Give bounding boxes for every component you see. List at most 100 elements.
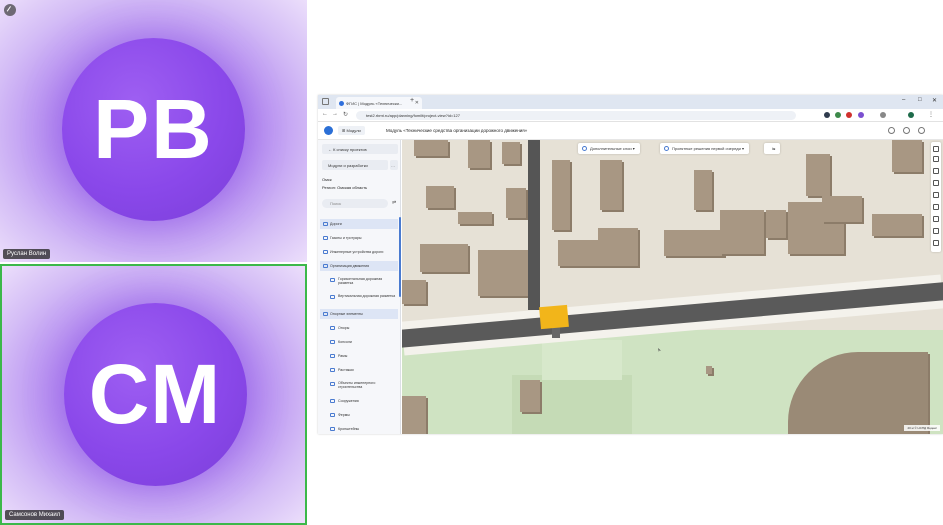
screen-share-background — [318, 0, 943, 95]
layer-icon — [330, 413, 335, 417]
park-area — [542, 340, 622, 380]
sidebar-layer-item[interactable]: Газоны и тротуары — [320, 233, 398, 243]
download-icon[interactable] — [880, 112, 886, 118]
zoom-in-icon[interactable] — [933, 216, 939, 222]
eye-icon[interactable] — [933, 146, 939, 152]
extension-icon[interactable] — [846, 112, 852, 118]
sidebar-layer-item[interactable]: Организация движения — [320, 261, 398, 271]
building — [664, 230, 724, 256]
app-logo-icon[interactable] — [324, 126, 333, 135]
settings-button[interactable]: ⇋ — [764, 143, 781, 154]
extension-icon[interactable] — [824, 112, 830, 118]
extension-icon[interactable] — [835, 112, 841, 118]
building — [420, 244, 468, 272]
sidebar-layer-item[interactable]: Дороги — [320, 219, 398, 229]
building — [520, 380, 540, 412]
sidebar: ← К списку проектов Модули и разработки … — [318, 140, 401, 434]
sidebar-layer-item[interactable]: Консоли — [324, 337, 398, 347]
sidebar-layer-item[interactable]: Вертикальная дорожная разметка — [324, 292, 398, 308]
back-to-projects-button[interactable]: ← К списку проектов — [322, 144, 398, 154]
ruler-icon[interactable] — [933, 192, 939, 198]
tab-title: ФГИС | Модуль «Технически... — [346, 101, 403, 106]
sidebar-item-label: Горизонтальная дорожная разметка — [338, 277, 383, 286]
building — [402, 396, 426, 434]
region-value: Омская область — [337, 185, 368, 190]
building — [502, 142, 520, 164]
modules-dev-button[interactable]: Модули и разработки — [322, 160, 388, 170]
project-solutions-dropdown[interactable]: Проектные решения первой очереди ▾ — [660, 143, 749, 154]
user-icon[interactable] — [918, 127, 925, 134]
sidebar-layer-item[interactable]: Опорные элементы — [320, 309, 398, 319]
sidebar-layer-item[interactable]: Опоры — [324, 323, 398, 333]
shared-browser-window[interactable]: ФГИС | Модуль «Технически... ✕ + – □ ✕ ←… — [318, 95, 943, 434]
extension-icon[interactable] — [858, 112, 864, 118]
building — [892, 140, 922, 172]
new-tab-button[interactable]: + — [410, 97, 414, 104]
minimize-icon[interactable]: – — [902, 97, 905, 103]
profile-icon[interactable] — [908, 112, 914, 118]
2d-icon[interactable] — [933, 156, 939, 162]
url-input[interactable]: test2.rbmt.ru/app/planning/fomilt/projec… — [356, 111, 796, 120]
intersection-highlight[interactable] — [539, 304, 569, 330]
sidebar-layer-item[interactable]: Фермы — [324, 410, 398, 420]
layer-icon — [323, 312, 328, 316]
compass-icon[interactable] — [933, 168, 939, 174]
participant-name: Самсонов Михаил — [5, 510, 65, 520]
info-icon[interactable] — [933, 204, 939, 210]
layer-icon — [330, 278, 335, 282]
sidebar-layer-item[interactable]: Инженерные устройства дороги — [320, 247, 398, 257]
building — [822, 196, 862, 222]
cross-road — [528, 140, 540, 310]
menu-icon[interactable]: ⋮ — [928, 111, 934, 118]
building — [506, 188, 526, 218]
sidebar-layer-item[interactable]: Рамы — [324, 351, 398, 361]
zoom-out-icon[interactable] — [933, 228, 939, 234]
region-row: Регион: Омская область — [322, 185, 367, 190]
close-icon[interactable]: ✕ — [415, 100, 419, 106]
back-icon[interactable]: ← — [322, 111, 328, 117]
sidebar-layer-item[interactable]: Растяжки — [324, 365, 398, 375]
building — [872, 214, 922, 236]
map-toolbar — [931, 142, 941, 252]
participant-tile-2[interactable]: СМ Самсонов Михаил — [0, 264, 307, 525]
layers-icon[interactable] — [933, 180, 939, 186]
region-label: Регион: — [322, 185, 336, 190]
layer-icon — [330, 399, 335, 403]
tab-list-icon[interactable] — [322, 98, 329, 105]
reload-icon[interactable]: ↻ — [343, 111, 348, 118]
sidebar-item-label: Сооружения — [338, 399, 359, 403]
pin-icon[interactable] — [4, 4, 16, 16]
bell-icon[interactable] — [903, 127, 910, 134]
sidebar-layer-item[interactable]: Кронштейны — [324, 424, 398, 434]
dropdown-label: Проектные решения первой очереди ▾ — [672, 146, 744, 151]
building — [766, 210, 786, 238]
layer-icon — [330, 354, 335, 358]
sidebar-item-label: Рамы — [338, 354, 348, 358]
layers-icon — [582, 146, 587, 151]
filter-icon[interactable]: ⇌ — [392, 200, 396, 206]
close-window-icon[interactable]: ✕ — [932, 97, 937, 104]
map-scale: 20 м © НСПД Яндекс — [904, 425, 940, 431]
address-bar-row: ← → ↻ test2.rbmt.ru/app/planning/fomilt/… — [318, 109, 943, 122]
page-title: Модуль «Технические средства организации… — [386, 128, 528, 133]
sidebar-layer-item[interactable]: Горизонтальная дорожная разметка — [324, 275, 398, 291]
map-view[interactable]: Дополнительные слои ▾ Проектные решения … — [402, 140, 943, 434]
city-label: Омск — [322, 177, 332, 182]
sidebar-layer-item[interactable]: Объекты инженерного строительства — [324, 379, 398, 395]
more-icon[interactable]: … — [390, 160, 398, 170]
maximize-icon[interactable]: □ — [918, 97, 922, 103]
participant-tile-1[interactable]: РВ Руслан Волин — [0, 0, 307, 262]
building — [402, 280, 426, 304]
layer-icon — [330, 340, 335, 344]
sidebar-item-label: Вертикальная дорожная разметка — [338, 294, 396, 298]
location-icon[interactable] — [933, 240, 939, 246]
building — [600, 160, 622, 210]
modules-button[interactable]: ⊞ Модули — [338, 126, 365, 135]
scrollbar[interactable] — [399, 217, 401, 297]
building — [478, 250, 532, 296]
help-icon[interactable] — [888, 127, 895, 134]
search-input[interactable]: Поиск — [322, 199, 388, 208]
forward-icon[interactable]: → — [332, 111, 338, 117]
sidebar-layer-item[interactable]: Сооружения — [324, 396, 398, 406]
extra-layers-dropdown[interactable]: Дополнительные слои ▾ — [578, 143, 640, 154]
